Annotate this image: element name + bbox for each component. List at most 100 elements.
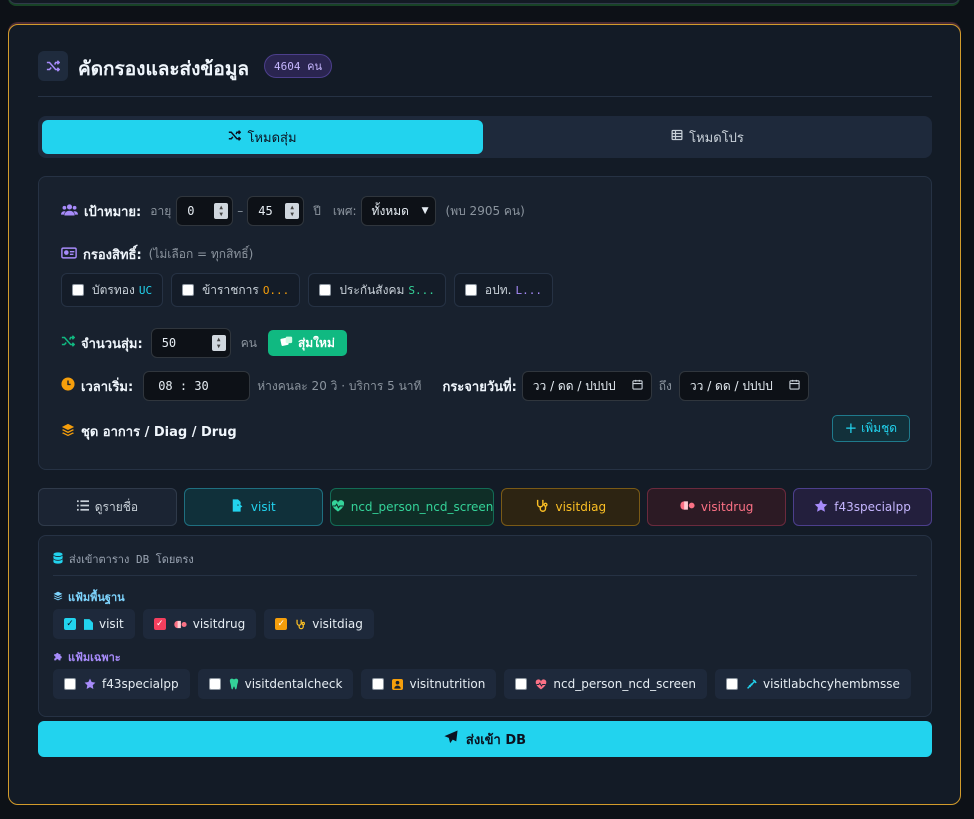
right-local-label: อปท. — [484, 282, 512, 297]
right-social-checkbox[interactable] — [319, 284, 332, 296]
tab-view-list[interactable]: ดูรายชื่อ — [38, 488, 177, 526]
age-min-value: 0 — [187, 204, 195, 218]
table-icon — [671, 129, 683, 145]
ncd-screen-checkbox[interactable] — [515, 678, 528, 690]
age-label: อายุ — [150, 203, 172, 218]
layers-icon — [61, 423, 75, 441]
tab-f43specialpp-label: f43specialpp — [834, 500, 911, 514]
special-files-row: f43specialpp visitdentalcheck visitnutri… — [53, 669, 919, 699]
start-time-input[interactable]: 08 : 30 — [143, 371, 251, 401]
add-set-button[interactable]: + เพิ่มชุด — [831, 415, 910, 442]
shuffle-icon — [38, 51, 68, 81]
right-option-officer[interactable]: ข้าราชการ O... — [171, 273, 301, 307]
right-option-social[interactable]: ประกันสังคม S... — [308, 273, 446, 307]
mode-random-button[interactable]: โหมดสุ่ม — [42, 120, 483, 154]
special-file-ncd-person-ncd-screen[interactable]: ncd_person_ncd_screen — [504, 669, 708, 699]
base-files-row: ✓ visit ✓ visitdrug ✓ visitdiag — [53, 609, 382, 639]
heart-pulse-icon — [331, 499, 345, 515]
date-to-input[interactable]: วว / ดด / ปปปป — [678, 371, 809, 401]
right-option-local[interactable]: อปท. L... — [453, 273, 553, 307]
shuffle-icon — [228, 129, 242, 146]
tab-visitdiag[interactable]: visitdiag — [501, 488, 641, 526]
special-files-heading: แฟ้มเฉพาะ — [53, 648, 121, 666]
send-to-db-label: ส่งเข้า DB — [465, 732, 527, 748]
users-icon — [61, 203, 78, 220]
base-file-visitdiag[interactable]: ✓ visitdiag — [264, 609, 374, 639]
base-file-visit[interactable]: ✓ visit — [53, 609, 135, 639]
set-row: ชุด อาการ / Diag / Drug — [61, 421, 237, 442]
right-local-tag: L... — [515, 283, 542, 297]
mode-pro-button[interactable]: โหมดโปร — [487, 120, 928, 154]
visitdiag-checkbox[interactable]: ✓ — [275, 618, 288, 630]
sex-select[interactable]: ทั้งหมด ▼ — [360, 196, 436, 226]
tab-visit[interactable]: visit — [183, 488, 323, 526]
date-from-input[interactable]: วว / ดด / ปปปป — [521, 371, 652, 401]
direct-db-panel: ส่งเข้าตาราง DB โดยตรง แฟ้มพื้นฐาน ✓ vis… — [38, 535, 932, 717]
special-file-f43specialpp[interactable]: f43specialpp — [53, 669, 190, 699]
plus-icon: + — [844, 419, 858, 437]
database-icon — [53, 551, 63, 567]
random-count-input[interactable]: 50 ▲ ▼ — [150, 328, 231, 358]
age-separator: – — [237, 204, 244, 218]
calendar-icon[interactable] — [789, 379, 800, 393]
rights-hint: (ไม่เลือก = ทุกสิทธิ์) — [148, 247, 254, 261]
visit-checkbox[interactable]: ✓ — [64, 618, 76, 630]
special-file-visitdentalcheck[interactable]: visitdentalcheck — [197, 669, 354, 699]
age-max-stepper[interactable]: ▲ ▼ — [285, 203, 300, 219]
age-unit: ปี — [313, 203, 321, 218]
interval-note: ห่างคนละ 20 วิ · บริการ 5 นาที — [257, 378, 422, 393]
visitdentalcheck-checkbox[interactable] — [208, 678, 221, 690]
rights-options: บัตรทอง UC ข้าราชการ O... ประกันสังคม S.… — [61, 273, 561, 307]
right-social-tag: S... — [408, 283, 435, 297]
right-uc-tag: UC — [138, 283, 153, 297]
distribute-date-label: กระจายวันที่: — [442, 379, 517, 395]
visitnutrition-file-label: visitnutrition — [409, 677, 486, 691]
reroll-label: สุ่มใหม่ — [297, 335, 335, 350]
send-to-db-button[interactable]: ส่งเข้า DB — [38, 721, 932, 757]
age-min-stepper[interactable]: ▲ ▼ — [214, 203, 229, 219]
right-local-checkbox[interactable] — [464, 284, 477, 296]
base-file-visitdrug[interactable]: ✓ visitdrug — [142, 609, 257, 639]
star-icon — [814, 499, 828, 516]
right-uc-checkbox[interactable] — [72, 284, 84, 296]
special-file-visitlabchcyhembmsse[interactable]: visitlabchcyhembmsse — [715, 669, 911, 699]
tab-f43specialpp[interactable]: f43specialpp — [793, 488, 932, 526]
add-set-label: เพิ่มชุด — [861, 421, 897, 435]
pills-icon — [174, 620, 187, 629]
right-officer-tag: O... — [262, 283, 290, 297]
right-officer-label: ข้าราชการ — [202, 282, 259, 297]
sex-label: เพศ: — [332, 203, 357, 218]
tab-ncd-screen[interactable]: ncd_person_ncd_screen — [329, 488, 495, 526]
age-max-input[interactable]: 45 ▲ ▼ — [247, 196, 305, 226]
sex-select-value: ทั้งหมด — [371, 203, 409, 218]
visitlab-checkbox[interactable] — [726, 678, 739, 690]
right-officer-checkbox[interactable] — [182, 284, 195, 296]
date-to-placeholder: วว / ดด / ปปปป — [689, 378, 773, 393]
age-min-input[interactable]: 0 ▲ ▼ — [176, 196, 234, 226]
shuffle-icon — [61, 334, 76, 352]
special-file-visitnutrition[interactable]: visitnutrition — [361, 669, 497, 699]
visitnutrition-checkbox[interactable] — [372, 678, 385, 690]
f43specialpp-file-label: f43specialpp — [102, 677, 179, 691]
random-count-stepper[interactable]: ▲ ▼ — [211, 335, 226, 351]
syringe-icon — [746, 678, 757, 690]
layers-icon — [53, 591, 63, 604]
stethoscope-icon — [535, 499, 549, 516]
random-count-value: 50 — [161, 336, 177, 350]
previous-card-edge — [8, 0, 960, 4]
tab-visitdrug[interactable]: visitdrug — [647, 488, 787, 526]
random-unit: คน — [240, 335, 257, 350]
stethoscope-icon — [295, 619, 306, 630]
calendar-icon[interactable] — [632, 379, 643, 393]
reroll-button[interactable]: สุ่มใหม่ — [267, 330, 347, 356]
right-option-uc[interactable]: บัตรทอง UC — [61, 273, 164, 307]
visitdentalcheck-file-label: visitdentalcheck — [244, 677, 343, 691]
visitdrug-checkbox[interactable]: ✓ — [153, 618, 166, 630]
list-icon — [76, 500, 89, 514]
tab-visit-label: visit — [250, 500, 276, 514]
file-icon — [84, 618, 93, 630]
mode-pro-label: โหมดโปร — [689, 130, 744, 146]
tab-visitdiag-label: visitdiag — [555, 500, 607, 514]
f43specialpp-checkbox[interactable] — [64, 678, 76, 690]
filter-send-card: คัดกรองและส่งข้อมูล 4604 คน โหมดสุ่ม โหม… — [8, 24, 961, 805]
